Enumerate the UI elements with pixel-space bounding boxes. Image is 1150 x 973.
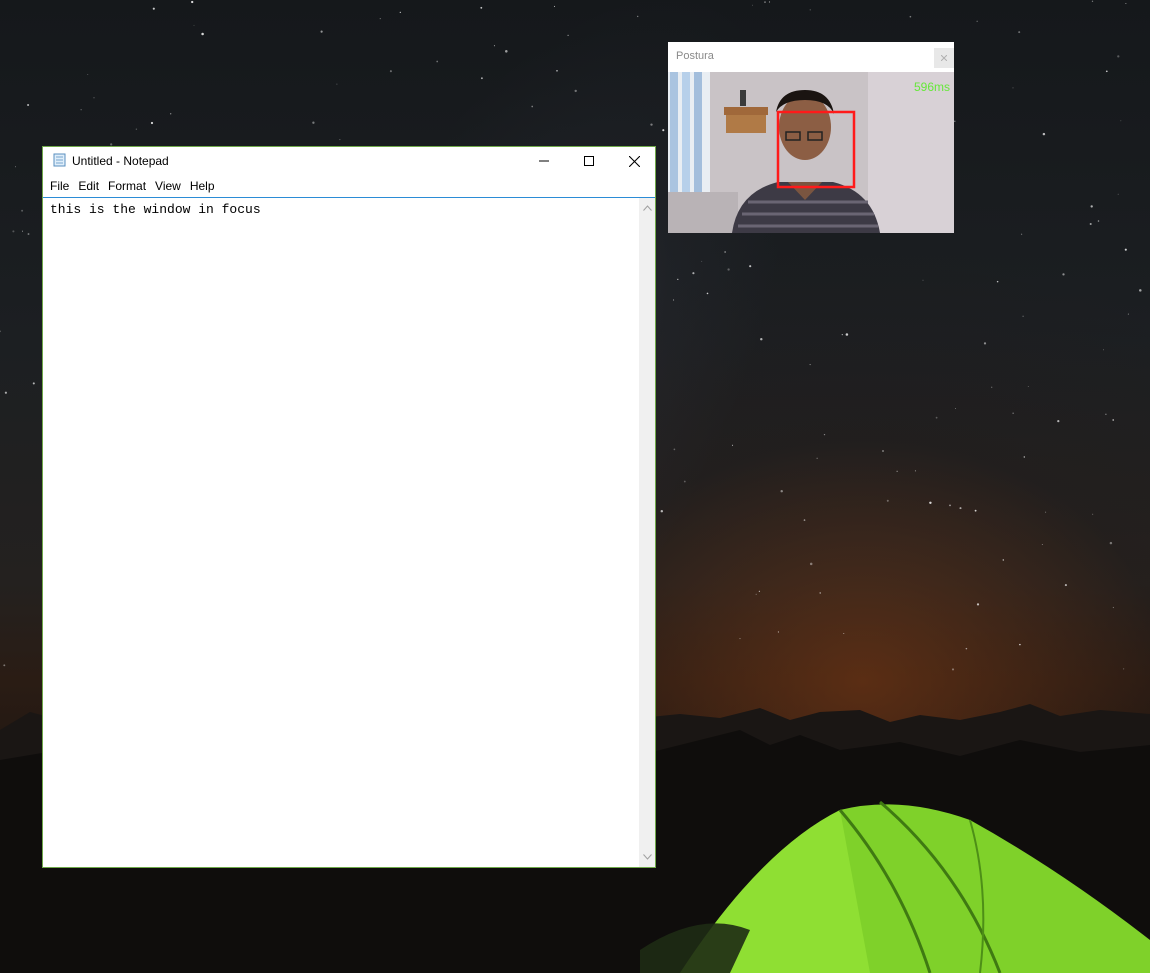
postura-titlebar[interactable]: Postura — [668, 42, 954, 72]
maximize-icon — [584, 156, 594, 166]
scroll-up-button[interactable] — [639, 200, 655, 216]
postura-title: Postura — [676, 50, 714, 62]
maximize-button[interactable] — [566, 147, 612, 175]
latency-readout: 596ms — [913, 80, 950, 94]
notepad-window[interactable]: Untitled - Notepad File Edit Format View… — [42, 146, 656, 868]
close-button[interactable] — [611, 147, 657, 175]
notepad-icon — [53, 153, 66, 167]
minimize-icon — [539, 160, 549, 162]
minimize-button[interactable] — [521, 147, 567, 175]
webcam-image — [668, 72, 954, 233]
tent-illustration — [640, 800, 1150, 973]
desktop: Untitled - Notepad File Edit Format View… — [0, 0, 1150, 973]
chevron-up-icon — [642, 205, 652, 211]
menu-file[interactable]: File — [46, 179, 74, 193]
chevron-down-icon — [642, 854, 652, 860]
postura-close-button[interactable] — [934, 48, 954, 68]
menu-view[interactable]: View — [151, 179, 186, 193]
close-icon — [941, 55, 947, 61]
menu-edit[interactable]: Edit — [74, 179, 104, 193]
scroll-down-button[interactable] — [639, 849, 655, 865]
postura-window[interactable]: Postura 596ms — [668, 42, 954, 233]
text-editor[interactable]: this is the window in focus — [43, 197, 639, 867]
close-icon — [628, 155, 640, 167]
notepad-titlebar[interactable]: Untitled - Notepad — [43, 147, 655, 175]
vertical-scrollbar[interactable] — [639, 197, 655, 867]
menu-bar: File Edit Format View Help — [43, 175, 655, 197]
menu-help[interactable]: Help — [186, 179, 220, 193]
window-title: Untitled - Notepad — [72, 154, 169, 168]
webcam-feed: 596ms — [668, 72, 954, 233]
menu-format[interactable]: Format — [104, 179, 151, 193]
